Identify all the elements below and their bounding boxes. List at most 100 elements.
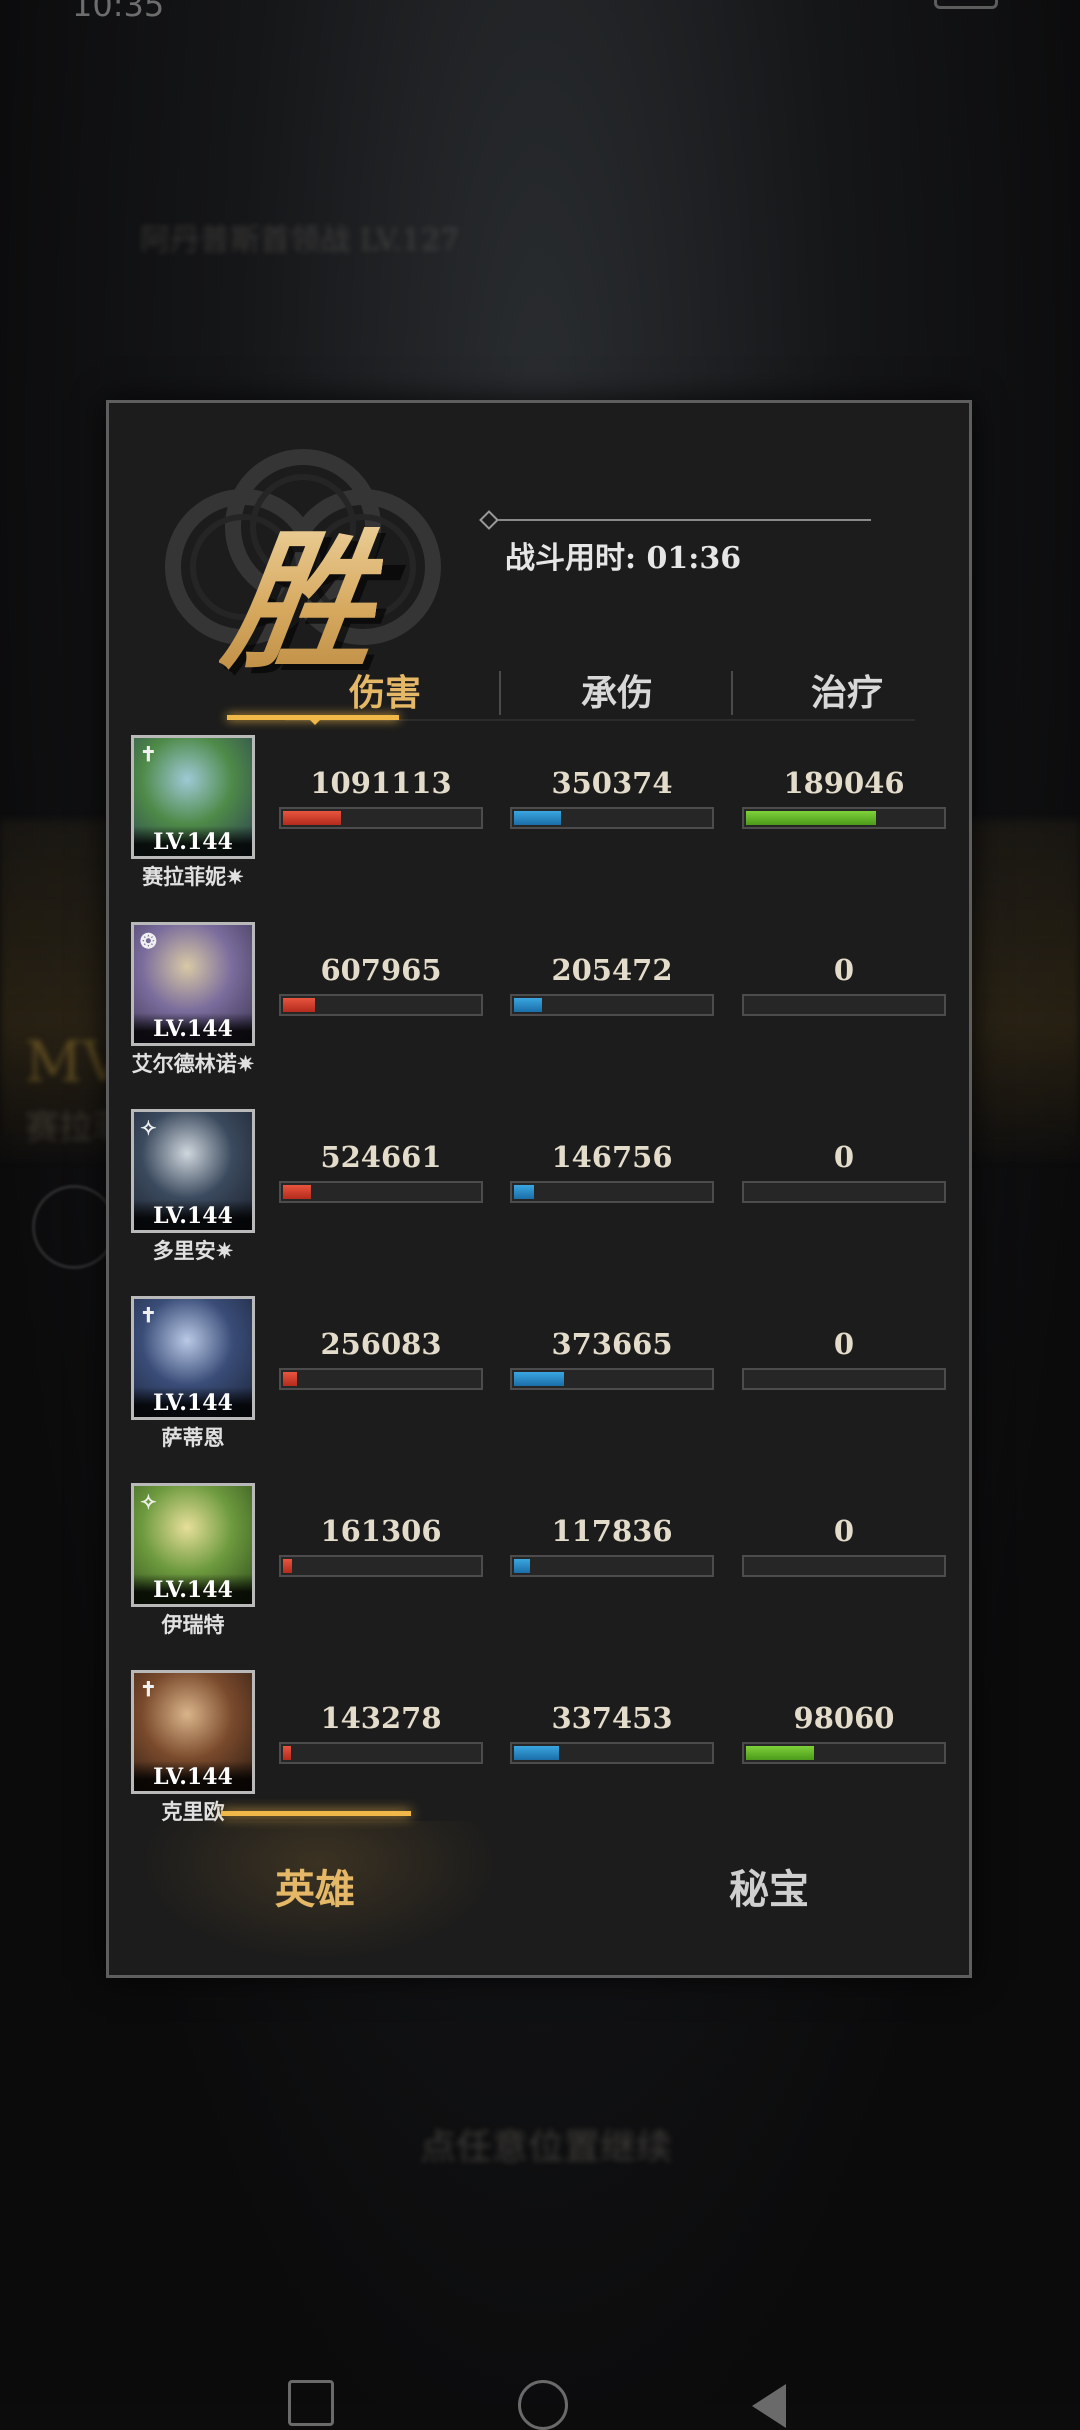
healing-stat: 98060 (742, 1700, 946, 1764)
hero-class-icon: ✧ (140, 1490, 157, 1514)
hero-avatar[interactable]: ✝ LV.144 (131, 735, 255, 859)
damage-taken-bar-track (510, 994, 714, 1016)
damage-stat: 143278 (279, 1700, 483, 1764)
hero-row: ✝ LV.144 萨蒂恩 256083 373665 0 (109, 1296, 975, 1483)
healing-value: 98060 (793, 1701, 895, 1735)
home-icon[interactable] (518, 2380, 568, 2430)
hero-name-block: 赛拉菲妮✷ (119, 863, 267, 891)
hero-name: 赛拉菲妮 (142, 864, 227, 889)
damage-taken-bar-fill (514, 998, 542, 1012)
hero-avatar[interactable]: ✝ LV.144 (131, 1296, 255, 1420)
hero-name-block: 多里安✷ (119, 1237, 267, 1265)
damage-stat: 256083 (279, 1326, 483, 1390)
recent-apps-icon[interactable] (288, 2380, 334, 2426)
healing-stat: 0 (742, 952, 946, 1016)
tab-healing[interactable]: 治疗 (747, 663, 947, 723)
healing-bar-track (742, 807, 946, 829)
damage-value: 256083 (320, 1327, 442, 1361)
damage-taken-value: 350374 (551, 766, 673, 800)
damage-taken-bar-fill (514, 1559, 530, 1573)
tab-damage-taken[interactable]: 承伤 (517, 663, 717, 723)
hero-name: 伊瑞特 (161, 1612, 225, 1637)
hero-level: LV.144 (134, 1761, 252, 1791)
damage-taken-stat: 205472 (510, 952, 714, 1016)
damage-taken-stat: 373665 (510, 1326, 714, 1390)
damage-taken-stat: 146756 (510, 1139, 714, 1203)
awakened-star-icon: ✷ (236, 1051, 255, 1076)
damage-taken-value: 117836 (551, 1514, 673, 1548)
tab-treasures[interactable]: 秘宝 (729, 1857, 809, 1915)
damage-taken-bar-fill (514, 1185, 534, 1199)
healing-value: 0 (833, 1327, 855, 1361)
damage-value: 161306 (320, 1514, 442, 1548)
damage-stat: 161306 (279, 1513, 483, 1577)
healing-stat: 0 (742, 1139, 946, 1203)
hero-row: ✧ LV.144 多里安✷ 524661 146756 0 (109, 1109, 975, 1296)
battle-duration: 战斗用时: 01:36 (505, 541, 742, 576)
damage-bar-fill (283, 1185, 311, 1199)
healing-bar-fill (746, 1746, 814, 1760)
damage-bar-fill (283, 1559, 292, 1573)
hero-class-icon: ✝ (140, 1677, 157, 1701)
damage-bar-track (279, 1555, 483, 1577)
hero-avatar[interactable]: ❂ LV.144 (131, 922, 255, 1046)
hero-name-block: 伊瑞特 (119, 1611, 267, 1639)
healing-value: 189046 (783, 766, 905, 800)
battery-icon (934, 0, 998, 9)
healing-value: 0 (833, 1514, 855, 1548)
damage-bar-track (279, 807, 483, 829)
healing-bar-fill (746, 811, 876, 825)
healing-bar-track (742, 1555, 946, 1577)
tab-damage[interactable]: 伤害 (285, 663, 485, 723)
damage-value: 524661 (320, 1140, 442, 1174)
back-icon[interactable] (752, 2384, 786, 2428)
hero-name: 多里安 (152, 1238, 216, 1263)
stat-tabs: 伤害 承伤 治疗 (285, 663, 915, 733)
damage-taken-bar-fill (514, 1372, 564, 1386)
boss-label-background: 阿丹普斯首领战 LV.127 (140, 223, 460, 258)
healing-stat: 0 (742, 1513, 946, 1577)
divider-line (487, 519, 871, 521)
damage-stat: 524661 (279, 1139, 483, 1203)
hero-name-block: 萨蒂恩 (119, 1424, 267, 1452)
hero-name: 萨蒂恩 (161, 1425, 225, 1450)
active-bottom-tab-indicator (221, 1811, 411, 1816)
damage-bar-track (279, 1368, 483, 1390)
damage-value: 1091113 (310, 766, 452, 800)
damage-taken-value: 205472 (551, 953, 673, 987)
damage-taken-bar-fill (514, 1746, 559, 1760)
hero-avatar[interactable]: ✧ LV.144 (131, 1483, 255, 1607)
healing-bar-track (742, 994, 946, 1016)
damage-value: 143278 (320, 1701, 442, 1735)
damage-taken-value: 373665 (551, 1327, 673, 1361)
hero-row: ❂ LV.144 艾尔德林诺✷ 607965 205472 0 (109, 922, 975, 1109)
tab-heroes[interactable]: 英雄 (275, 1857, 355, 1915)
continue-hint[interactable]: 点任意位置继续 (420, 2118, 672, 2170)
damage-taken-value: 337453 (551, 1701, 673, 1735)
damage-bar-track (279, 1181, 483, 1203)
damage-taken-stat: 337453 (510, 1700, 714, 1764)
hero-row: ✝ LV.144 赛拉菲妮✷ 1091113 350374 189046 (109, 735, 975, 922)
hero-avatar[interactable]: ✝ LV.144 (131, 1670, 255, 1794)
healing-value: 0 (833, 1140, 855, 1174)
hero-class-icon: ❂ (140, 929, 157, 953)
damage-taken-bar-track (510, 1742, 714, 1764)
hero-level: LV.144 (134, 1574, 252, 1604)
hero-name: 艾尔德林诺 (131, 1051, 237, 1076)
active-tab-arrow-icon (307, 717, 323, 725)
hero-level: LV.144 (134, 826, 252, 856)
damage-stat: 1091113 (279, 765, 483, 829)
battle-stats-panel: 胜 胜 战斗用时: 01:36 伤害 承伤 治疗 ✝LV.144赛拉菲妮✷109… (106, 400, 972, 1978)
hero-class-icon: ✝ (140, 742, 157, 766)
hero-class-icon: ✝ (140, 1303, 157, 1327)
damage-bar-fill (283, 998, 315, 1012)
system-nav-bar (0, 2370, 1080, 2430)
damage-taken-bar-track (510, 1181, 714, 1203)
awakened-star-icon: ✷ (215, 1238, 234, 1263)
damage-taken-bar-track (510, 1368, 714, 1390)
hero-level: LV.144 (134, 1387, 252, 1417)
damage-bar-track (279, 994, 483, 1016)
tab-separator (499, 671, 501, 715)
healing-stat: 0 (742, 1326, 946, 1390)
hero-avatar[interactable]: ✧ LV.144 (131, 1109, 255, 1233)
